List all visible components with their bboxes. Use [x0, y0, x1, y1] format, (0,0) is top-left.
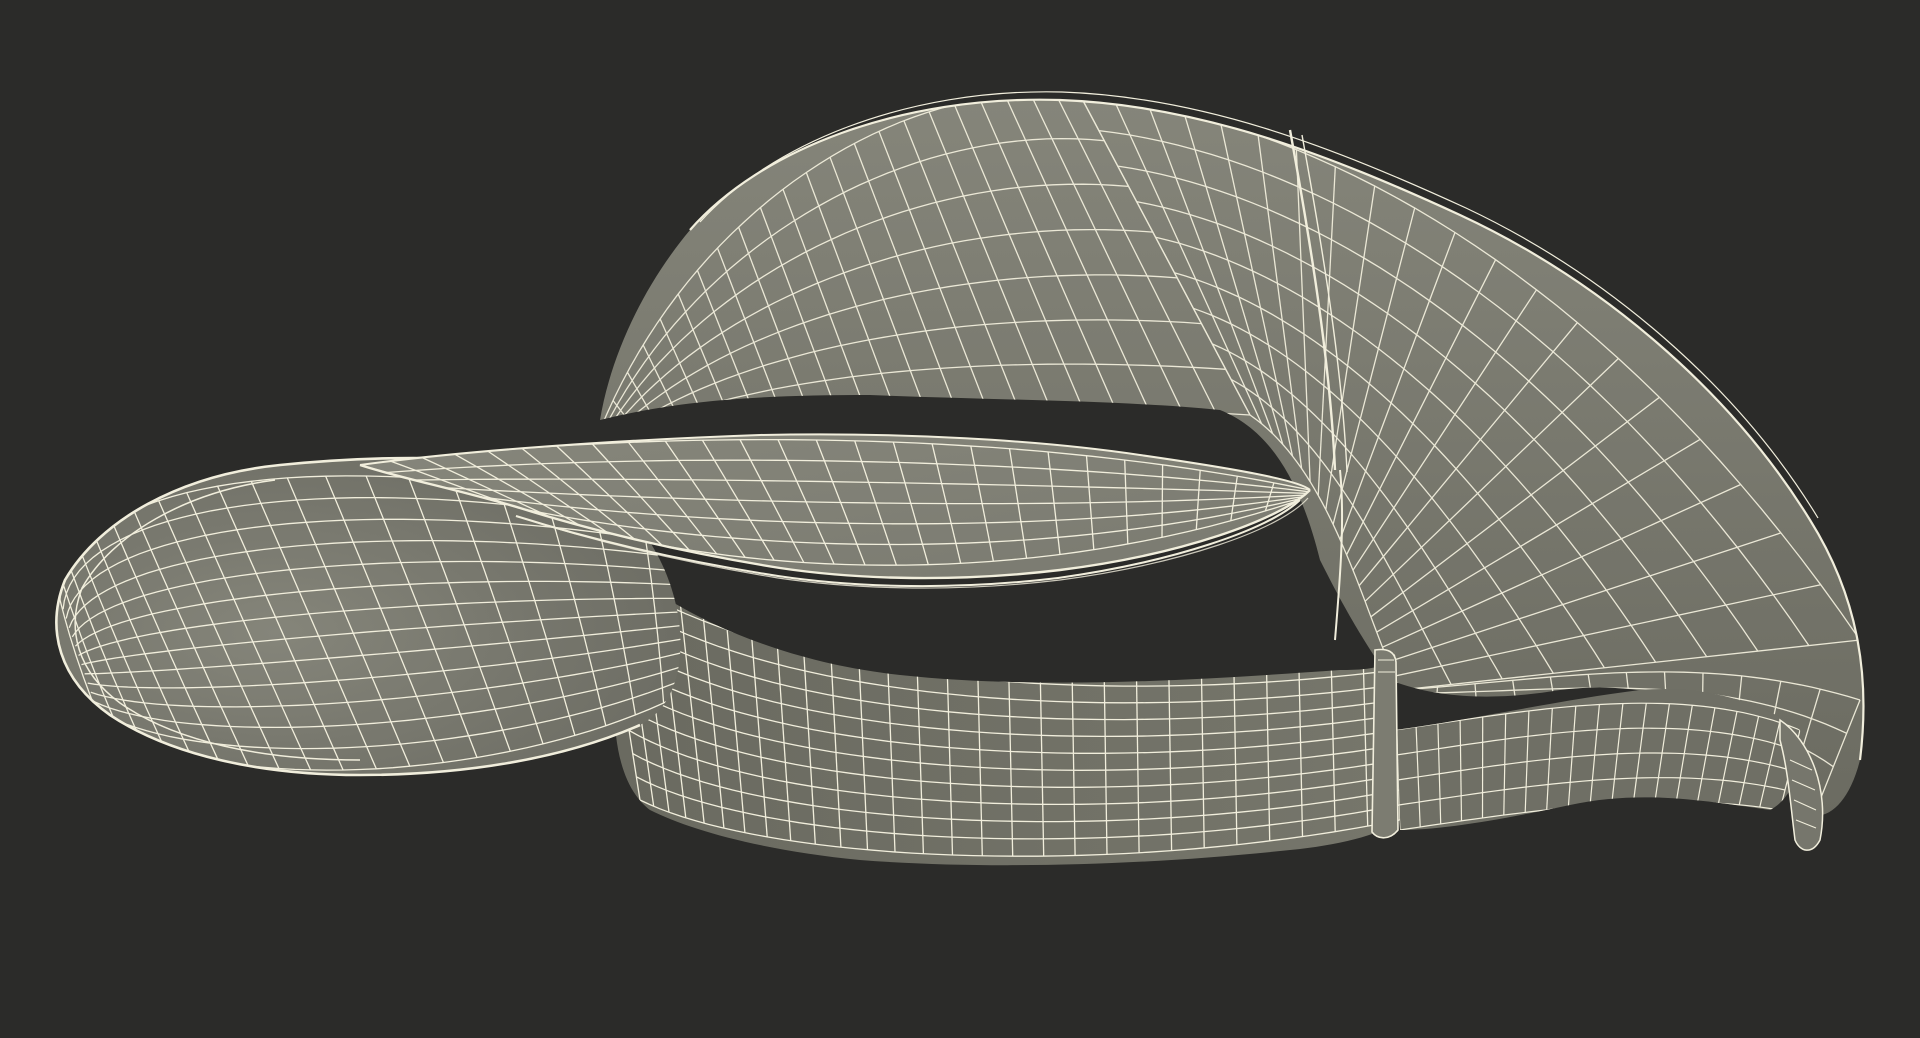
front-band-lower — [600, 545, 1400, 866]
back-strap — [1395, 689, 1824, 851]
viewport — [0, 0, 1920, 1038]
wire-line — [619, 405, 1251, 441]
visor-wireframe-model — [55, 91, 1865, 866]
wire-line — [600, 429, 621, 441]
